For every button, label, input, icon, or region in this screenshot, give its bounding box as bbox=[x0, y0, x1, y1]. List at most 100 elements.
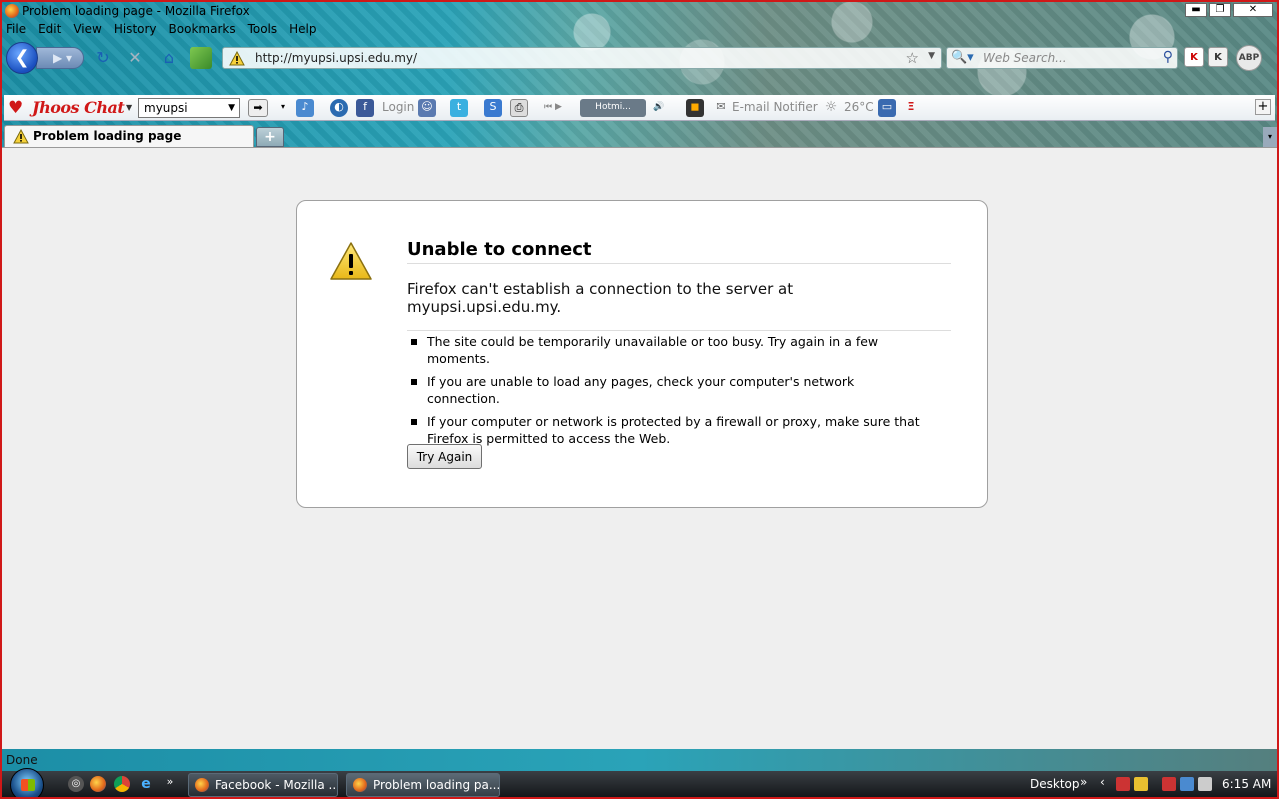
status-bar: Done bbox=[2, 749, 1277, 771]
stop-icon[interactable]: ✕ bbox=[124, 47, 146, 69]
jhoos-chat-logo[interactable]: Jhoos Chat bbox=[32, 98, 125, 117]
chevron-more-icon[interactable]: » bbox=[1080, 775, 1087, 789]
toolbar-add-icon[interactable]: + bbox=[1255, 99, 1271, 115]
warning-icon bbox=[330, 242, 372, 280]
maximize-button[interactable]: ❐ bbox=[1209, 3, 1231, 17]
e-logo-icon[interactable]: Ξ bbox=[902, 99, 920, 117]
search-quicklaunch-icon[interactable]: ◎ bbox=[68, 776, 84, 792]
error-container: Unable to connect Firefox can't establis… bbox=[296, 200, 988, 508]
search-engine-icon[interactable]: 🔍▾ bbox=[951, 50, 974, 65]
buddy-list-icon[interactable]: ☺ bbox=[418, 99, 436, 117]
new-tab-button[interactable]: + bbox=[256, 127, 284, 147]
forward-button[interactable]: ▶ ▾ bbox=[36, 47, 84, 69]
menu-bookmarks[interactable]: Bookmarks bbox=[169, 22, 236, 36]
ie-quicklaunch-icon[interactable]: e bbox=[138, 776, 154, 792]
chevron-down-icon: ▼ bbox=[228, 103, 235, 113]
k-extension-icon[interactable]: K bbox=[1208, 47, 1228, 67]
menu-view[interactable]: View bbox=[73, 22, 101, 36]
k-red-extension-icon[interactable]: K bbox=[1184, 47, 1204, 67]
browser-window: Problem loading page - Mozilla Firefox ▬… bbox=[0, 0, 1279, 799]
menu-help[interactable]: Help bbox=[289, 22, 316, 36]
desktop-toolbar-label[interactable]: Desktop bbox=[1030, 777, 1080, 791]
heart-icon[interactable]: ♥ bbox=[8, 99, 23, 117]
address-bar[interactable]: http://myupsi.upsi.edu.my/ ☆ ▼ bbox=[222, 47, 942, 69]
try-again-button[interactable]: Try Again bbox=[407, 444, 482, 469]
adblock-plus-icon[interactable]: ABP bbox=[1236, 45, 1262, 71]
firefox-icon bbox=[5, 4, 19, 18]
tab-list-dropdown-icon[interactable]: ▾ bbox=[1263, 127, 1277, 147]
browser-chrome: Problem loading page - Mozilla Firefox ▬… bbox=[2, 2, 1277, 147]
chevron-down-icon[interactable]: ▾ bbox=[274, 99, 292, 117]
facebook-icon[interactable]: f bbox=[356, 99, 374, 117]
search-input[interactable]: Web Search... bbox=[983, 51, 1067, 65]
safely-remove-icon[interactable] bbox=[1162, 777, 1176, 791]
search-bar[interactable]: 🔍▾ Web Search... ⚲ bbox=[946, 47, 1178, 69]
bookmark-star-icon[interactable]: ☆ bbox=[906, 49, 919, 67]
mail-icon[interactable]: ✉ bbox=[712, 99, 730, 117]
weather-icon[interactable]: ☼ bbox=[822, 99, 840, 117]
error-title: Unable to connect bbox=[407, 239, 951, 264]
chevron-down-icon[interactable]: ▼ bbox=[126, 103, 132, 112]
search-go-icon[interactable]: ⚲ bbox=[1163, 49, 1173, 65]
reload-icon[interactable]: ↻ bbox=[92, 47, 114, 69]
status-text: Done bbox=[6, 753, 38, 767]
list-item: The site could be temporarily unavailabl… bbox=[411, 333, 921, 367]
temperature-label[interactable]: 26°C bbox=[844, 100, 874, 114]
tab-label: Problem loading page bbox=[33, 129, 182, 143]
messenger-icon[interactable]: ◐ bbox=[330, 99, 348, 117]
menu-history[interactable]: History bbox=[114, 22, 157, 36]
skype-icon[interactable]: S bbox=[484, 99, 502, 117]
media-controls-icon[interactable]: ⏮ ▶ bbox=[544, 99, 562, 117]
email-notifier-link[interactable]: E-mail Notifier bbox=[732, 100, 818, 114]
firefox-quicklaunch-icon[interactable] bbox=[90, 776, 106, 792]
navigation-toolbar: ▶ ▾ ❮ ↻ ✕ ⌂ http://myupsi.upsi.edu.my/ ☆… bbox=[6, 42, 1276, 74]
list-item: If your computer or network is protected… bbox=[411, 413, 921, 447]
page-content: Unable to connect Firefox can't establis… bbox=[2, 147, 1277, 749]
tab-strip: Problem loading page + ▾ bbox=[2, 123, 1277, 147]
messenger-tray-icon[interactable] bbox=[1134, 777, 1148, 791]
radio-station-select[interactable]: Hotmi... bbox=[580, 99, 646, 117]
twitter-icon[interactable]: t bbox=[450, 99, 468, 117]
taskbar-item-facebook[interactable]: Facebook - Mozilla ... bbox=[188, 773, 338, 797]
firefox-icon bbox=[195, 778, 209, 792]
menu-edit[interactable]: Edit bbox=[38, 22, 61, 36]
menu-bar: File Edit View History Bookmarks Tools H… bbox=[6, 22, 317, 36]
title-bar: Problem loading page - Mozilla Firefox ▬… bbox=[2, 2, 1277, 20]
task-label: Facebook - Mozilla ... bbox=[215, 778, 338, 792]
firefox-icon bbox=[353, 778, 367, 792]
list-item: If you are unable to load any pages, che… bbox=[411, 373, 921, 407]
url-history-dropdown-icon[interactable]: ▼ bbox=[928, 51, 935, 61]
menu-file[interactable]: File bbox=[6, 22, 26, 36]
volume-icon[interactable]: 🔊 bbox=[650, 99, 668, 117]
quicklaunch-more-icon[interactable]: » bbox=[162, 774, 178, 790]
monitor-icon[interactable]: ▭ bbox=[878, 99, 896, 117]
url-text[interactable]: http://myupsi.upsi.edu.my/ bbox=[255, 51, 417, 65]
volume-icon[interactable] bbox=[1198, 777, 1212, 791]
home-icon[interactable]: ⌂ bbox=[158, 47, 180, 69]
media-icon[interactable]: ◼ bbox=[686, 99, 704, 117]
tab-problem-loading[interactable]: Problem loading page bbox=[4, 125, 254, 147]
tray-expand-icon[interactable]: ‹ bbox=[1100, 775, 1105, 789]
window-controls: ▬ ❐ ✕ bbox=[1185, 3, 1273, 17]
start-button[interactable] bbox=[10, 768, 44, 797]
go-arrow-icon[interactable]: ➡ bbox=[248, 99, 268, 117]
network-icon[interactable] bbox=[1180, 777, 1194, 791]
window-title: Problem loading page - Mozilla Firefox bbox=[22, 4, 250, 18]
login-link[interactable]: Login bbox=[382, 100, 414, 114]
clock[interactable]: 6:15 AM bbox=[1222, 777, 1271, 791]
warning-icon bbox=[229, 51, 245, 66]
error-long-description: The site could be temporarily unavailabl… bbox=[411, 333, 921, 453]
close-button[interactable]: ✕ bbox=[1233, 3, 1273, 17]
minimize-button[interactable]: ▬ bbox=[1185, 3, 1207, 17]
bookmark-addon-icon[interactable] bbox=[190, 47, 212, 69]
toolbar-search-select[interactable]: myupsi ▼ bbox=[138, 98, 240, 118]
windows-taskbar: ◎ e » Facebook - Mozilla ... Problem loa… bbox=[2, 768, 1277, 797]
menu-tools[interactable]: Tools bbox=[248, 22, 278, 36]
error-short-description: Firefox can't establish a connection to … bbox=[407, 280, 951, 331]
radio-player-icon[interactable]: ♪ bbox=[296, 99, 314, 117]
printer-icon[interactable]: ⎙ bbox=[510, 99, 528, 117]
chrome-quicklaunch-icon[interactable] bbox=[114, 776, 130, 792]
taskbar-item-problem-loading[interactable]: Problem loading pa... bbox=[346, 773, 500, 797]
kaspersky-tray-icon[interactable] bbox=[1116, 777, 1130, 791]
back-button[interactable]: ❮ bbox=[6, 42, 38, 74]
